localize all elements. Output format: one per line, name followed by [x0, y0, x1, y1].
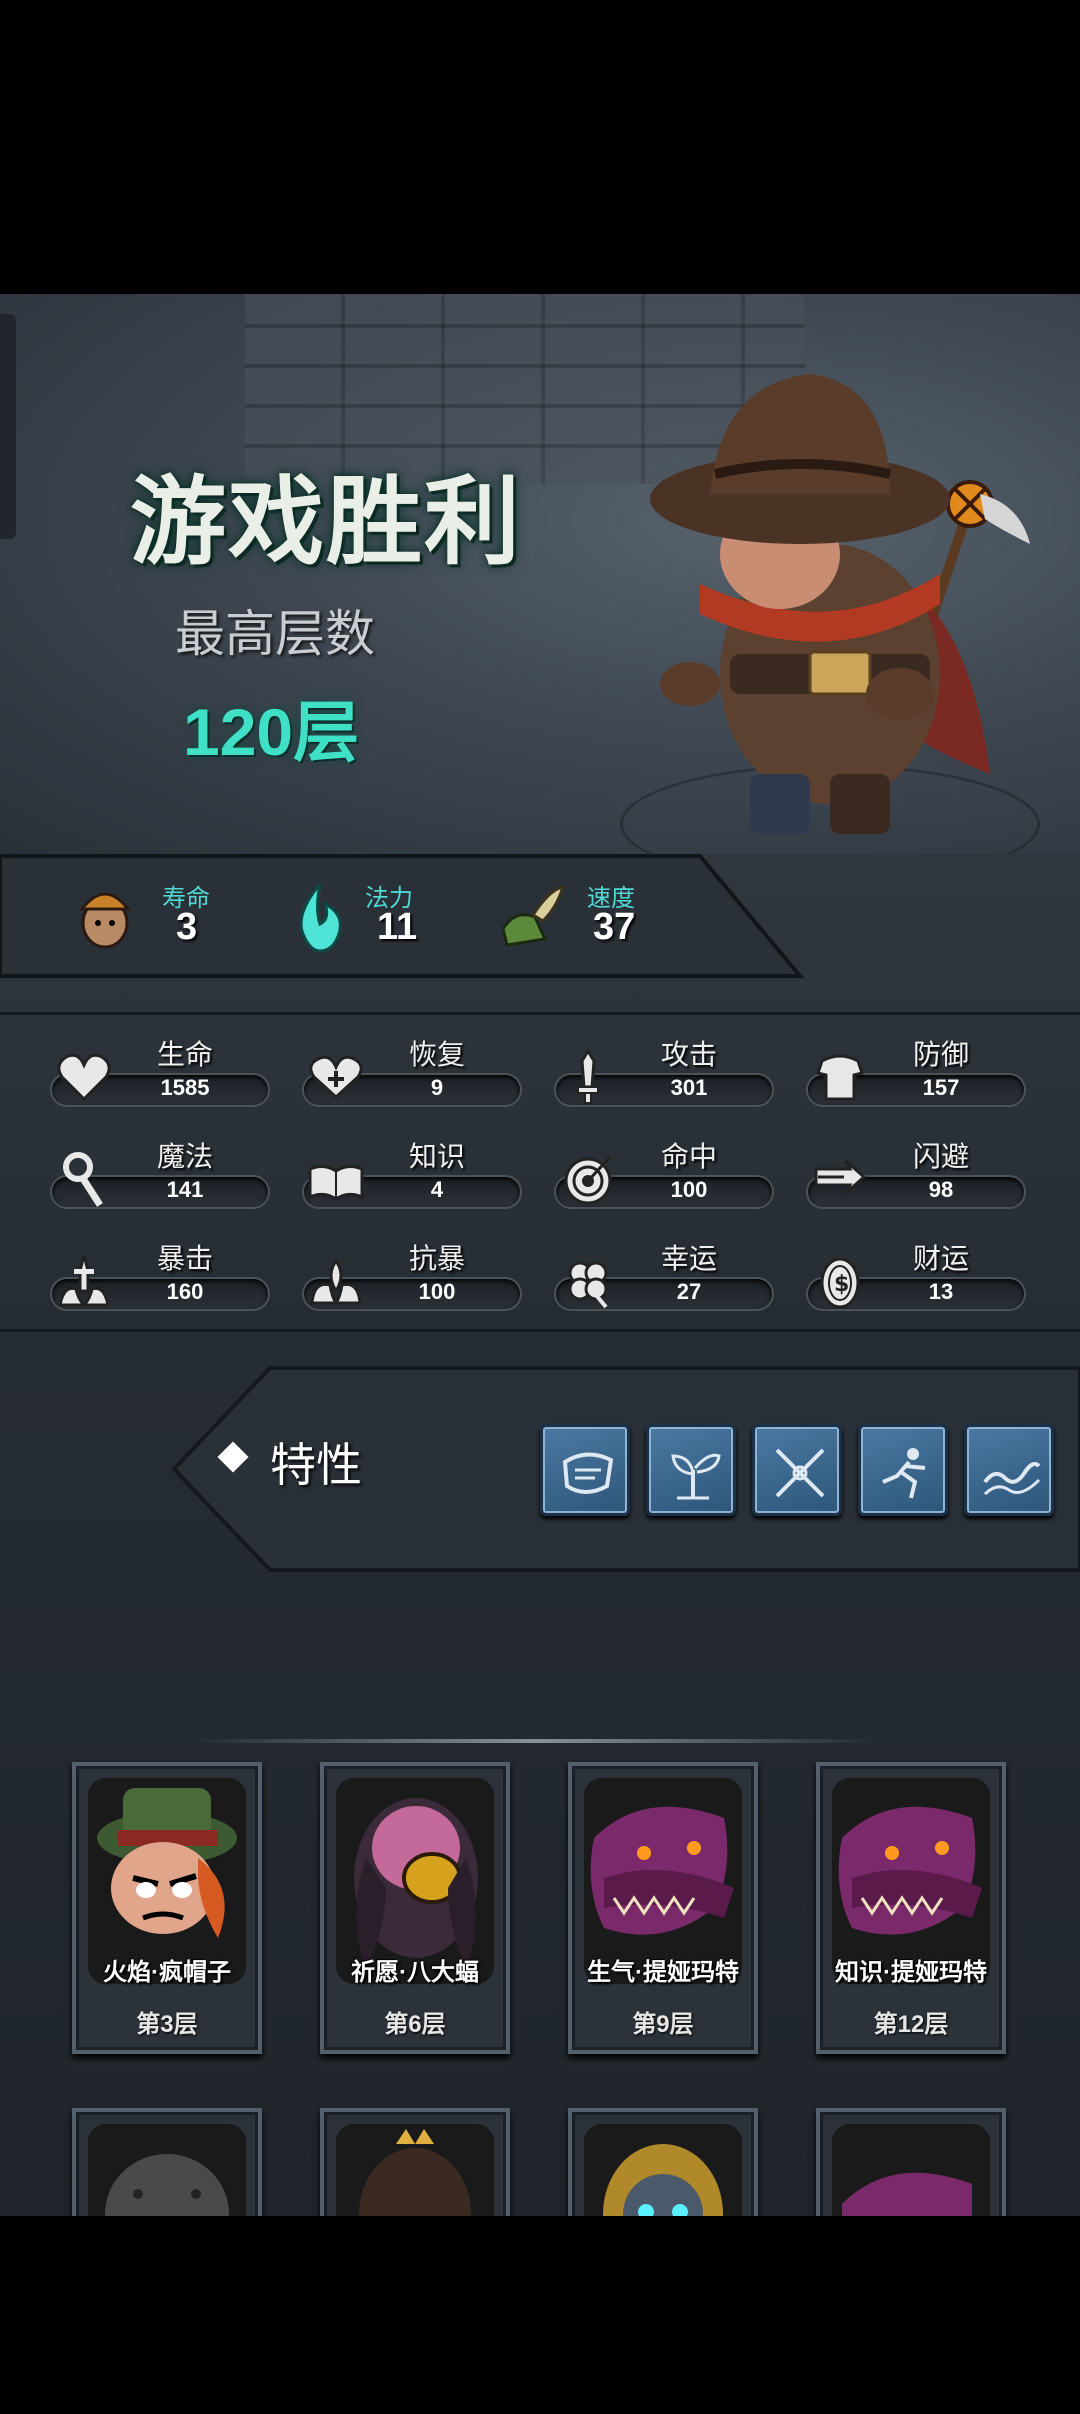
- attr-accuracy: 命中 100: [554, 1135, 774, 1215]
- attr-luck: 幸运 27: [554, 1237, 774, 1317]
- svg-text:$: $: [834, 1272, 849, 1297]
- hero-scene: 游戏胜利 最高层数 120层: [0, 294, 1080, 854]
- boss-card[interactable]: [320, 2108, 510, 2216]
- attr-value: 141: [166, 1177, 204, 1202]
- attr-knowledge: 知识 4: [302, 1135, 522, 1215]
- attr-regen: 恢复 9: [302, 1033, 522, 1113]
- attr-crit: 暴击 160: [50, 1237, 270, 1317]
- coin-icon: $: [820, 1257, 860, 1309]
- attr-label: 知识: [408, 1141, 465, 1172]
- winged-boot-icon: [501, 885, 565, 947]
- crit-resist-icon: [310, 1258, 362, 1306]
- attr-label: 魔法: [156, 1141, 213, 1172]
- attr-value: 160: [166, 1279, 204, 1304]
- boss-floor: 第9层: [632, 2011, 694, 2038]
- sword-icon: [577, 1048, 599, 1104]
- base-stat-value: 37: [593, 906, 636, 948]
- boss-name: 祈愿·八大蝠: [351, 1959, 479, 1986]
- sprout-trait-icon[interactable]: [646, 1424, 736, 1516]
- clover-icon: [568, 1261, 608, 1309]
- top-letterbox: [0, 0, 1080, 294]
- victory-screen: 游戏胜利 最高层数 120层 寿命 3 法力 11 速度 37 生命 1585 …: [0, 294, 1080, 2216]
- heart-icon: [57, 1053, 111, 1102]
- attr-value: 9: [430, 1075, 444, 1100]
- leaping-figure-trait-icon[interactable]: [858, 1424, 948, 1516]
- attr-value: 13: [928, 1279, 954, 1304]
- robot-portrait: [584, 2124, 742, 2216]
- attr-value: 100: [670, 1177, 708, 1202]
- attr-label: 命中: [660, 1141, 717, 1172]
- armor-icon: [816, 1054, 864, 1101]
- crossed-blades-trait-icon[interactable]: [752, 1424, 842, 1516]
- attr-label: 暴击: [156, 1243, 213, 1274]
- boss-floor: 第3层: [136, 2011, 198, 2038]
- attr-crit-resist: 抗暴 100: [302, 1237, 522, 1317]
- boss-card[interactable]: [568, 2108, 758, 2216]
- attr-value: 157: [922, 1075, 960, 1100]
- attr-value: 301: [670, 1075, 708, 1100]
- boss-card[interactable]: [72, 2108, 262, 2216]
- critical-icon: [58, 1254, 110, 1308]
- attr-label: 幸运: [660, 1243, 717, 1274]
- base-stat-value: 11: [377, 906, 418, 948]
- traits-panel: 特性: [170, 1364, 1080, 1574]
- staff-icon: [63, 1152, 103, 1207]
- attr-label: 恢复: [408, 1039, 465, 1070]
- attr-hp: 生命 1585: [50, 1033, 270, 1113]
- target-icon: [564, 1155, 612, 1205]
- book-icon: [308, 1164, 364, 1201]
- attr-value: 27: [676, 1279, 702, 1304]
- attr-label: 生命: [156, 1039, 213, 1070]
- princess-portrait: [336, 2124, 494, 2216]
- attr-label: 闪避: [912, 1141, 969, 1172]
- mana-flame-icon: [299, 883, 342, 953]
- heal-heart-icon: [309, 1055, 363, 1100]
- base-stat-lifespan: 寿命 3: [70, 854, 270, 979]
- boss-floor: 第12层: [873, 2011, 949, 2038]
- victory-title: 游戏胜利: [130, 469, 522, 576]
- dodge-arrow-icon: [814, 1159, 867, 1195]
- boss-card[interactable]: [816, 2108, 1006, 2216]
- boss-name: 生气·提娅玛特: [587, 1959, 739, 1986]
- boss-card[interactable]: 祈愿·八大蝠 第6层: [320, 1762, 510, 2054]
- boss-name: 知识·提娅玛特: [835, 1959, 987, 1986]
- scroll-trait-icon[interactable]: [540, 1424, 630, 1516]
- attr-magic: 魔法 141: [50, 1135, 270, 1215]
- lifespan-icon: [78, 892, 132, 949]
- boss-name: 火焰·疯帽子: [103, 1959, 231, 1986]
- attr-fortune: $ 财运 13: [806, 1237, 1026, 1317]
- attr-value: 1585: [160, 1075, 210, 1100]
- cowboy-hero-portrait: [650, 374, 1030, 834]
- wave-trait-icon[interactable]: [964, 1424, 1054, 1516]
- attribute-panel: 生命 1585 恢复 9 攻击 301 防御 157 魔法 141 知识 4 命…: [0, 1012, 1080, 1332]
- base-stat-mana: 法力 11: [285, 854, 485, 979]
- boss-card[interactable]: 生气·提娅玛特 第9层: [568, 1762, 758, 2054]
- base-stat-value: 3: [176, 906, 198, 948]
- tiamat-dragon-portrait: [832, 2124, 990, 2216]
- traits-title: 特性: [270, 1439, 362, 1491]
- max-floor-value: 120层: [183, 695, 360, 769]
- attr-label: 财运: [912, 1243, 969, 1274]
- attr-label: 攻击: [660, 1039, 717, 1070]
- attr-value: 100: [418, 1279, 456, 1304]
- attr-attack: 攻击 301: [554, 1033, 774, 1113]
- max-floor-label: 最高层数: [175, 606, 375, 662]
- boss-floor: 第6层: [384, 2011, 446, 2038]
- boss-card[interactable]: 火焰·疯帽子 第3层: [72, 1762, 262, 2054]
- base-stat-speed: 速度 37: [495, 854, 695, 979]
- attr-defense: 防御 157: [806, 1033, 1026, 1113]
- side-handle[interactable]: [0, 314, 16, 539]
- attr-evasion: 闪避 98: [806, 1135, 1026, 1215]
- attr-value: 98: [928, 1177, 954, 1202]
- attr-value: 4: [430, 1177, 444, 1202]
- attr-label: 防御: [912, 1039, 969, 1070]
- attr-label: 抗暴: [408, 1243, 465, 1274]
- section-divider: [190, 1739, 880, 1743]
- base-stats-banner: 寿命 3 法力 11 速度 37: [0, 854, 805, 979]
- bottom-letterbox: [0, 2216, 1080, 2414]
- knight-helmet-portrait: [88, 2124, 246, 2216]
- boss-card[interactable]: 知识·提娅玛特 第12层: [816, 1762, 1006, 2054]
